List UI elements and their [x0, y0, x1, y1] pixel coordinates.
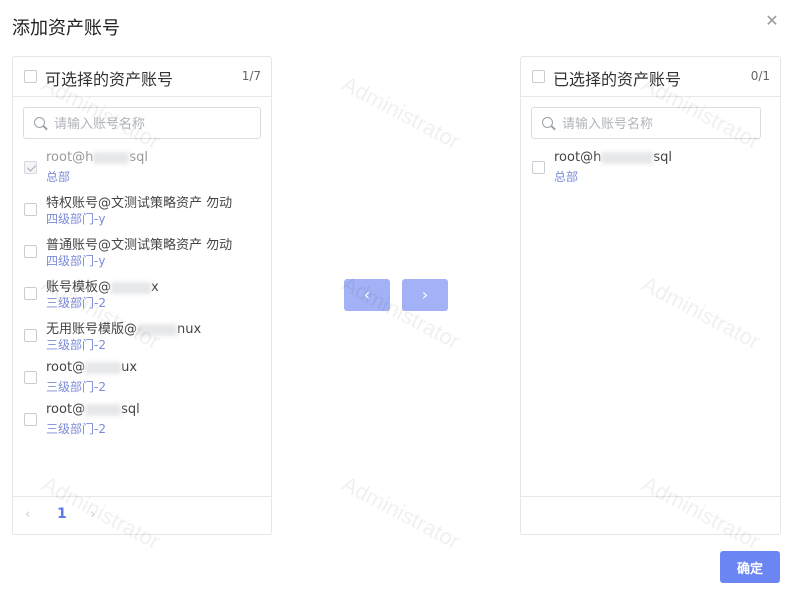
pagination: ‹ 1 ›: [13, 496, 271, 534]
item-checkbox[interactable]: [24, 329, 37, 342]
redacted-text: [137, 323, 178, 336]
search-input[interactable]: [54, 114, 244, 134]
item-checkbox[interactable]: [24, 287, 37, 300]
account-name: root@h sql: [554, 150, 672, 165]
list-item[interactable]: root@h sql 总部: [13, 150, 271, 190]
account-name: root@h sql: [46, 150, 148, 165]
search-icon: [542, 117, 553, 128]
account-name: root@ ux: [46, 360, 138, 375]
department-label: 总部: [46, 170, 71, 184]
watermark: Administrator: [337, 471, 465, 555]
dialog-title: 添加资产账号: [12, 18, 120, 39]
panel-title: 已选择的资产账号: [553, 70, 682, 89]
item-checkbox[interactable]: [24, 371, 37, 384]
panel-title: 可选择的资产账号: [45, 70, 174, 89]
list-item[interactable]: 特权账号@文测试策略资产 勿动 四级部门-y: [13, 192, 271, 232]
close-icon[interactable]: ✕: [762, 10, 782, 32]
department-label: 四级部门-y: [46, 254, 106, 268]
department-label: 三级部门-2: [46, 422, 106, 436]
item-checkbox: [24, 161, 37, 174]
department-label: 三级部门-2: [46, 296, 106, 310]
selection-count: 1/7: [241, 69, 261, 83]
select-all-checkbox[interactable]: [24, 70, 37, 83]
redacted-text: [85, 361, 122, 374]
list-item[interactable]: 普通账号@文测试策略资产 勿动 四级部门-y: [13, 234, 271, 274]
list-item[interactable]: 账号模板@ x 三级部门-2: [13, 276, 271, 316]
item-checkbox[interactable]: [24, 245, 37, 258]
panel-footer: [521, 496, 780, 534]
search-icon: [34, 117, 45, 128]
account-name: 特权账号@文测试策略资产 勿动: [46, 196, 233, 211]
confirm-button[interactable]: 确定: [720, 551, 780, 583]
move-left-button[interactable]: ‹: [344, 279, 390, 311]
panel-header: 可选择的资产账号 1/7: [13, 57, 271, 97]
available-accounts-panel: 可选择的资产账号 1/7 root@h sql 总部特权账号@文测试策略资产 勿动…: [12, 56, 272, 535]
prev-page-button[interactable]: ‹: [25, 507, 30, 522]
list-item[interactable]: 无用账号模版@ nux 三级部门-2: [13, 318, 271, 358]
select-all-checkbox[interactable]: [532, 70, 545, 83]
account-name: 普通账号@文测试策略资产 勿动: [46, 238, 233, 253]
search-box: [23, 107, 261, 139]
selection-count: 0/1: [750, 69, 770, 83]
next-page-button[interactable]: ›: [90, 507, 95, 522]
department-label: 总部: [554, 170, 579, 184]
redacted-text: [111, 281, 152, 294]
department-label: 三级部门-2: [46, 380, 106, 394]
redacted-text: [93, 151, 130, 164]
page-number[interactable]: 1: [57, 506, 67, 522]
search-box: [531, 107, 761, 139]
selected-accounts-panel: 已选择的资产账号 0/1 root@h sql 总部: [520, 56, 781, 535]
list-item[interactable]: root@h sql 总部: [521, 150, 780, 190]
redacted-text: [85, 403, 122, 416]
move-right-button[interactable]: ›: [402, 279, 448, 311]
redacted-text: [601, 151, 654, 164]
item-checkbox[interactable]: [24, 203, 37, 216]
department-label: 三级部门-2: [46, 338, 106, 352]
list-item[interactable]: root@ sql 三级部门-2: [13, 402, 271, 442]
item-checkbox[interactable]: [24, 413, 37, 426]
panel-header: 已选择的资产账号 0/1: [521, 57, 780, 97]
search-input[interactable]: [562, 114, 752, 134]
item-checkbox[interactable]: [532, 161, 545, 174]
department-label: 四级部门-y: [46, 212, 106, 226]
watermark: Administrator: [337, 71, 465, 155]
list-item[interactable]: root@ ux 三级部门-2: [13, 360, 271, 400]
account-name: 无用账号模版@ nux: [46, 322, 202, 337]
account-name: 账号模板@ x: [46, 280, 159, 295]
account-name: root@ sql: [46, 402, 140, 417]
